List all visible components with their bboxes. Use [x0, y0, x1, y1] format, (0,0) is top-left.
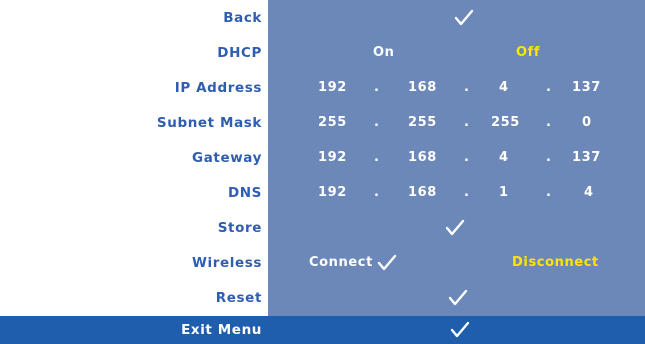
exit-menu-row[interactable]: Exit Menu [0, 316, 645, 344]
subnet-octet-2[interactable]: 255 [408, 105, 437, 141]
separator-dot: . [546, 115, 551, 130]
ip-octet-4[interactable]: 137 [572, 70, 601, 106]
separator-dot: . [374, 150, 379, 165]
separator-dot: . [374, 185, 379, 200]
ip-octet-3[interactable]: 4 [499, 70, 509, 106]
reset-label: Reset [215, 290, 262, 306]
checkmark-icon[interactable] [445, 219, 465, 237]
menu-row-back[interactable]: Back [0, 0, 645, 36]
dhcp-on-option[interactable]: On [373, 35, 395, 71]
menu-row-subnet-mask: Subnet Mask 255 . 255 . 255 . 0 [0, 105, 645, 141]
wireless-disconnect-option[interactable]: Disconnect [512, 245, 599, 281]
ip-octet-1[interactable]: 192 [318, 70, 347, 106]
store-label: Store [217, 220, 262, 236]
back-label: Back [223, 10, 262, 26]
gateway-label: Gateway [192, 150, 262, 166]
menu-row-store[interactable]: Store [0, 210, 645, 246]
dhcp-off-option[interactable]: Off [516, 35, 540, 71]
separator-dot: . [546, 185, 551, 200]
menu-row-ip-address: IP Address 192 . 168 . 4 . 137 [0, 70, 645, 106]
separator-dot: . [464, 185, 469, 200]
subnet-mask-label: Subnet Mask [156, 115, 262, 131]
separator-dot: . [374, 115, 379, 130]
separator-dot: . [546, 150, 551, 165]
dns-label: DNS [227, 185, 262, 201]
gateway-octet-1[interactable]: 192 [318, 140, 347, 176]
checkmark-icon[interactable] [448, 289, 468, 307]
network-settings-menu: Back DHCP On Off IP Address 192 . 168 . … [0, 0, 645, 344]
dns-octet-1[interactable]: 192 [318, 175, 347, 211]
checkmark-icon[interactable] [454, 9, 474, 27]
menu-row-reset[interactable]: Reset [0, 280, 645, 316]
ip-address-label: IP Address [174, 80, 262, 96]
separator-dot: . [464, 115, 469, 130]
exit-menu-label: Exit Menu [181, 322, 262, 338]
separator-dot: . [464, 150, 469, 165]
dns-octet-3[interactable]: 1 [499, 175, 509, 211]
gateway-octet-4[interactable]: 137 [572, 140, 601, 176]
dhcp-label: DHCP [217, 45, 262, 61]
gateway-octet-3[interactable]: 4 [499, 140, 509, 176]
dns-octet-4[interactable]: 4 [584, 175, 594, 211]
menu-row-gateway: Gateway 192 . 168 . 4 . 137 [0, 140, 645, 176]
ip-octet-2[interactable]: 168 [408, 70, 437, 106]
separator-dot: . [374, 80, 379, 95]
wireless-connect-option[interactable]: Connect [309, 245, 373, 281]
checkmark-icon [377, 254, 397, 271]
dns-octet-2[interactable]: 168 [408, 175, 437, 211]
menu-row-wireless: Wireless Connect Disconnect [0, 245, 645, 281]
subnet-octet-1[interactable]: 255 [318, 105, 347, 141]
wireless-label: Wireless [192, 255, 262, 271]
subnet-octet-3[interactable]: 255 [491, 105, 520, 141]
subnet-octet-4[interactable]: 0 [582, 105, 592, 141]
checkmark-icon[interactable] [450, 321, 470, 339]
menu-row-dhcp: DHCP On Off [0, 35, 645, 71]
gateway-octet-2[interactable]: 168 [408, 140, 437, 176]
separator-dot: . [464, 80, 469, 95]
separator-dot: . [546, 80, 551, 95]
menu-row-dns: DNS 192 . 168 . 1 . 4 [0, 175, 645, 211]
